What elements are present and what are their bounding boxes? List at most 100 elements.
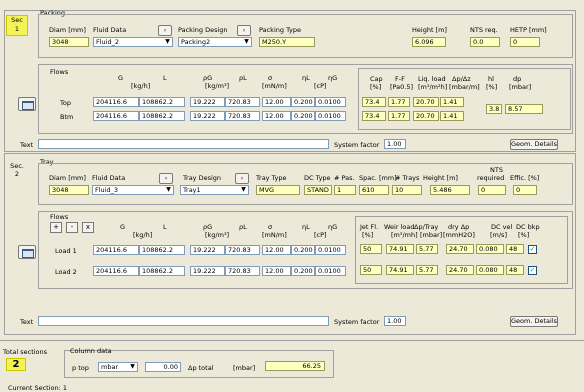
system-factor-field[interactable]: 1.00	[384, 139, 406, 149]
load2-l-field[interactable]: 108862.2	[139, 266, 185, 276]
chevron-down-icon: ▼	[242, 38, 251, 46]
res-header-liq-load: Liq. load	[418, 75, 446, 83]
load1-etag-field[interactable]: 0.0100	[315, 245, 346, 255]
btm-etal-field[interactable]: 0.200	[291, 111, 315, 121]
packing-design-value: Packing2	[181, 38, 211, 46]
res-header-unit: [Pa0.5]	[390, 83, 414, 91]
nts-field[interactable]: 0	[478, 185, 506, 195]
btm-l-field[interactable]: 108862.2	[139, 111, 185, 121]
dc-type-field[interactable]: STAND	[304, 185, 332, 195]
btm-rhol-field[interactable]: 720.83	[225, 111, 260, 121]
load2-dc-vel-field: 0.080	[476, 265, 504, 275]
btm-liq-load-field: 20.70	[413, 111, 439, 121]
num-trays-field[interactable]: 10	[392, 185, 422, 195]
tray-type-field[interactable]: MVG	[256, 185, 300, 195]
top-l-field[interactable]: 108862.2	[139, 97, 185, 107]
num-trays-label: # Trays	[395, 174, 420, 182]
top-rhog-field[interactable]: 19.222	[190, 97, 225, 107]
load1-etal-field[interactable]: 0.200	[291, 245, 315, 255]
nts-required-label: required	[477, 174, 505, 182]
load1-l-field[interactable]: 108862.2	[139, 245, 185, 255]
col-header-rhol: ρL	[239, 223, 247, 231]
load1-rhol-field[interactable]: 720.83	[225, 245, 260, 255]
res-header-unit: [mbar]	[420, 231, 443, 239]
top-sigma-field[interactable]: 12.00	[262, 97, 291, 107]
system-factor-field[interactable]: 1.00	[384, 316, 406, 326]
column-data-label: Column data	[70, 347, 112, 355]
fluid-select[interactable]: Fluid_2 ▼	[93, 37, 173, 47]
load2-weir-load-field: 74.91	[386, 265, 414, 275]
packing-text-input[interactable]	[38, 139, 329, 149]
col-header-unit: [kg/m³]	[205, 231, 230, 239]
load2-rhog-field[interactable]: 19.222	[190, 266, 225, 276]
top-etal-field[interactable]: 0.200	[291, 97, 315, 107]
fluid-data-arrow-button[interactable]: ›	[159, 173, 173, 184]
effic-field[interactable]: 0	[513, 185, 537, 195]
btm-sigma-field[interactable]: 12.00	[262, 111, 291, 121]
chevron-down-icon: ▼	[163, 38, 172, 46]
packing-design-arrow-button[interactable]: ›	[237, 25, 251, 36]
p-top-field[interactable]: 0.00	[145, 362, 181, 372]
passes-field[interactable]: 1	[334, 185, 356, 195]
tray-design-select[interactable]: Tray1 ▼	[180, 185, 249, 195]
tray-text-input[interactable]	[38, 316, 329, 326]
load1-g-field[interactable]: 204116.6	[93, 245, 139, 255]
delete-load-button[interactable]: x	[82, 222, 94, 233]
diam-field[interactable]: 3048	[49, 37, 89, 47]
nts-req-label: NTS req.	[470, 26, 498, 34]
dp-field: 8.57	[505, 104, 543, 114]
load2-etal-field[interactable]: 0.200	[291, 266, 315, 276]
fluid-select[interactable]: Fluid_3 ▼	[92, 185, 174, 195]
load1-jet-flood-field: 50	[360, 244, 382, 254]
load1-checkbox[interactable]: ✓	[528, 245, 537, 254]
load2-g-field[interactable]: 204116.6	[93, 266, 139, 276]
col-header-unit: [cP]	[314, 82, 327, 90]
flows-table-icon[interactable]	[18, 245, 36, 259]
fluid-data-arrow-button[interactable]: ›	[158, 25, 172, 36]
total-sections-label: Total sections	[3, 348, 48, 356]
packing-design-select[interactable]: Packing2 ▼	[178, 37, 252, 47]
btm-etag-field[interactable]: 0.0100	[315, 111, 346, 121]
flows-table-icon[interactable]	[18, 97, 36, 111]
height-field[interactable]: 6.096	[412, 37, 446, 47]
hetp-field[interactable]: 0	[510, 37, 540, 47]
load2-rhol-field[interactable]: 720.83	[225, 266, 260, 276]
res-header-weir-load: Weir load	[384, 223, 415, 231]
hetp-label: HETP [mm]	[510, 26, 547, 34]
res-header-dp-tray: Δp/Tray	[414, 223, 439, 231]
load2-etag-field[interactable]: 0.0100	[315, 266, 346, 276]
tray-section-indicator[interactable]: Sec. 2	[6, 162, 28, 182]
tray-design-arrow-button[interactable]: ›	[235, 173, 249, 184]
add-load-button[interactable]: +	[50, 222, 62, 233]
load2-checkbox[interactable]: ✓	[528, 266, 537, 275]
geom-details-button[interactable]: Geom. Details	[510, 139, 558, 150]
section-number: 2	[14, 170, 20, 178]
top-rhol-field[interactable]: 720.83	[225, 97, 260, 107]
pressure-unit-select[interactable]: mbar ▼	[98, 362, 138, 372]
spacing-field[interactable]: 610	[359, 185, 389, 195]
remove-load-button[interactable]: -	[66, 222, 78, 233]
res-header-dc-vel: DC vel	[491, 223, 513, 231]
load1-rhog-field[interactable]: 19.222	[190, 245, 225, 255]
packing-type-field[interactable]: M250.Y	[259, 37, 315, 47]
btm-rhog-field[interactable]: 19.222	[190, 111, 225, 121]
col-header-g: G	[120, 223, 126, 231]
load2-sigma-field[interactable]: 12.00	[262, 266, 291, 276]
diam-field[interactable]: 3048	[49, 185, 89, 195]
row-label-load1: Load 1	[55, 247, 77, 255]
col-header-etal: ηL	[302, 223, 310, 231]
btm-cap-field: 73.4	[362, 111, 386, 121]
top-g-field[interactable]: 204116.6	[93, 97, 139, 107]
btm-g-field[interactable]: 204116.6	[93, 111, 139, 121]
load1-sigma-field[interactable]: 12.00	[262, 245, 291, 255]
col-header-unit: [kg/m³]	[205, 82, 230, 90]
col-header-l: L	[163, 223, 167, 231]
nts-req-field[interactable]: 0.0	[470, 37, 500, 47]
packing-section-indicator[interactable]: Sec 1	[6, 15, 28, 36]
height-field[interactable]: 5.486	[430, 185, 470, 195]
top-etag-field[interactable]: 0.0100	[315, 97, 346, 107]
tray-design-label: Tray Design	[183, 174, 222, 182]
geom-details-button[interactable]: Geom. Details	[510, 316, 558, 327]
effic-label: Effic. [%]	[510, 174, 540, 182]
top-cap-field: 73.4	[362, 97, 386, 107]
